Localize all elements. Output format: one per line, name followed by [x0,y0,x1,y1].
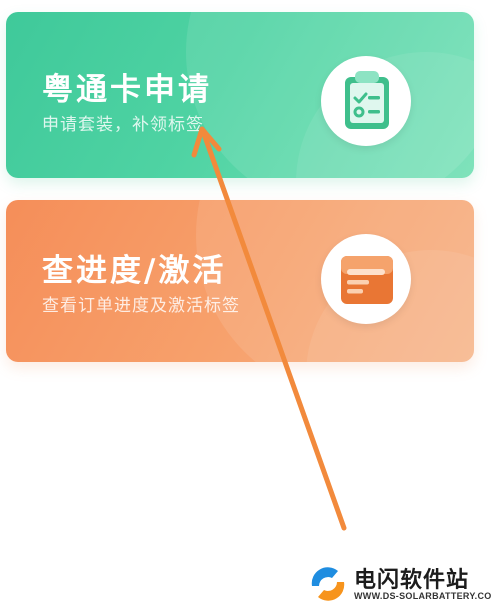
watermark-name: 电闪软件站 [354,568,470,593]
watermark-domain: WWW.DS-SOLARBATTERY.COM [354,591,492,601]
arrow-annotation [191,126,347,531]
site-logo-icon [310,566,346,602]
site-watermark: 电闪软件站 WWW.DS-SOLARBATTERY.COM [308,560,492,608]
